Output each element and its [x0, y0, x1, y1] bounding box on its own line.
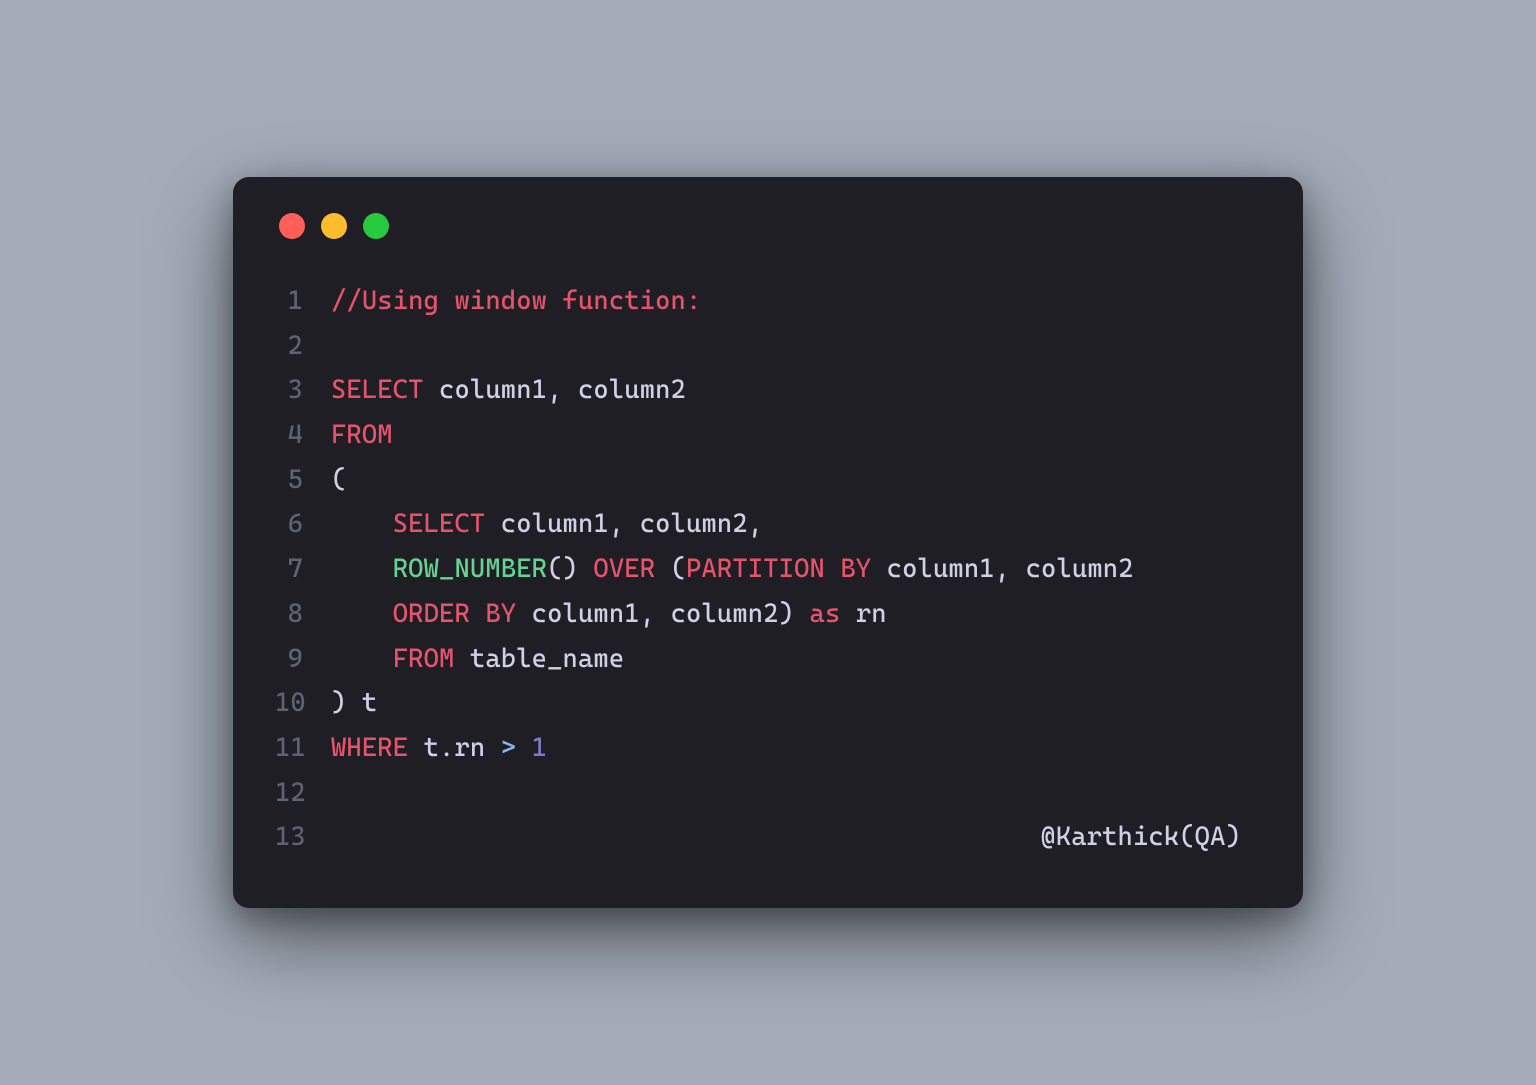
token-identifier: rn	[454, 733, 500, 763]
line-content: SELECT column1, column2,	[331, 502, 1261, 547]
line-content: @Karthick(QA)	[331, 815, 1261, 860]
token-func: ROW_NUMBER	[393, 554, 547, 584]
token-sig: @Karthick(QA)	[1040, 822, 1241, 852]
token-identifier	[331, 509, 393, 539]
line-number: 11	[275, 726, 331, 771]
token-punct: .	[439, 733, 454, 763]
line-content: ROW_NUMBER() OVER (PARTITION BY column1,…	[331, 547, 1261, 592]
line-number: 6	[275, 502, 331, 547]
line-content: FROM	[331, 413, 1261, 458]
token-identifier: column1	[871, 554, 994, 584]
line-number: 13	[275, 815, 331, 860]
line-content: ) t	[331, 681, 1261, 726]
token-keyword: as	[810, 599, 841, 629]
line-number: 4	[275, 413, 331, 458]
token-keyword: SELECT	[393, 509, 486, 539]
minimize-icon[interactable]	[321, 213, 347, 239]
token-operator: >	[501, 733, 516, 763]
token-punct: (	[671, 554, 686, 584]
code-line: 9 FROM table_name	[275, 637, 1261, 682]
close-icon[interactable]	[279, 213, 305, 239]
token-keyword: FROM	[393, 644, 455, 674]
line-content: WHERE t.rn > 1	[331, 726, 1261, 771]
token-punct: )	[331, 688, 346, 718]
token-identifier: column2	[655, 599, 778, 629]
code-line: 8 ORDER BY column1, column2) as rn	[275, 592, 1261, 637]
code-block: 1//Using window function:23SELECT column…	[275, 279, 1261, 860]
line-content	[331, 771, 1261, 816]
token-keyword: OVER	[593, 554, 655, 584]
code-line: 12	[275, 771, 1261, 816]
code-line: 2	[275, 324, 1261, 369]
code-line: 5(	[275, 458, 1261, 503]
token-identifier	[331, 599, 393, 629]
token-comment: //Using window function:	[331, 286, 701, 316]
token-identifier: column1	[485, 509, 608, 539]
token-identifier	[655, 554, 670, 584]
token-identifier: column2	[563, 375, 686, 405]
token-identifier: rn	[840, 599, 886, 629]
token-identifier: table_name	[455, 644, 625, 674]
line-number: 2	[275, 324, 331, 369]
token-identifier: column1	[516, 599, 639, 629]
token-punct: ,	[547, 375, 562, 405]
token-identifier	[331, 644, 393, 674]
code-line: 11WHERE t.rn > 1	[275, 726, 1261, 771]
token-keyword: PARTITION BY	[686, 554, 871, 584]
token-identifier	[794, 599, 809, 629]
token-keyword: ORDER BY	[393, 599, 516, 629]
line-number: 9	[275, 637, 331, 682]
token-identifier: column2	[624, 509, 747, 539]
token-number: 1	[532, 733, 547, 763]
token-keyword: FROM	[331, 420, 393, 450]
code-line: 7 ROW_NUMBER() OVER (PARTITION BY column…	[275, 547, 1261, 592]
line-content: (	[331, 458, 1261, 503]
code-line: 10) t	[275, 681, 1261, 726]
token-keyword: SELECT	[331, 375, 424, 405]
token-identifier	[331, 554, 393, 584]
line-number: 7	[275, 547, 331, 592]
token-keyword: WHERE	[331, 733, 408, 763]
line-number: 12	[275, 771, 331, 816]
window-titlebar	[275, 213, 1261, 239]
line-number: 10	[275, 681, 331, 726]
token-identifier	[578, 554, 593, 584]
code-line: 4FROM	[275, 413, 1261, 458]
line-content: ORDER BY column1, column2) as rn	[331, 592, 1261, 637]
line-content: //Using window function:	[331, 279, 1261, 324]
line-number: 1	[275, 279, 331, 324]
line-number: 3	[275, 368, 331, 413]
token-punct: ()	[547, 554, 578, 584]
token-punct: )	[779, 599, 794, 629]
line-number: 8	[275, 592, 331, 637]
line-number: 5	[275, 458, 331, 503]
line-content: SELECT column1, column2	[331, 368, 1261, 413]
code-line: 13 @Karthick(QA)	[275, 815, 1261, 860]
maximize-icon[interactable]	[363, 213, 389, 239]
token-identifier	[516, 733, 531, 763]
code-line: 3SELECT column1, column2	[275, 368, 1261, 413]
token-identifier: column1	[424, 375, 547, 405]
token-identifier: t	[408, 733, 439, 763]
token-punct: ,	[748, 509, 763, 539]
code-window: 1//Using window function:23SELECT column…	[233, 177, 1303, 908]
token-punct: ,	[995, 554, 1010, 584]
token-punct: ,	[640, 599, 655, 629]
token-punct: ,	[609, 509, 624, 539]
line-content: FROM table_name	[331, 637, 1261, 682]
token-identifier: t	[346, 688, 377, 718]
code-line: 6 SELECT column1, column2,	[275, 502, 1261, 547]
line-content	[331, 324, 1261, 369]
code-line: 1//Using window function:	[275, 279, 1261, 324]
token-punct: (	[331, 465, 346, 495]
token-identifier: column2	[1010, 554, 1133, 584]
